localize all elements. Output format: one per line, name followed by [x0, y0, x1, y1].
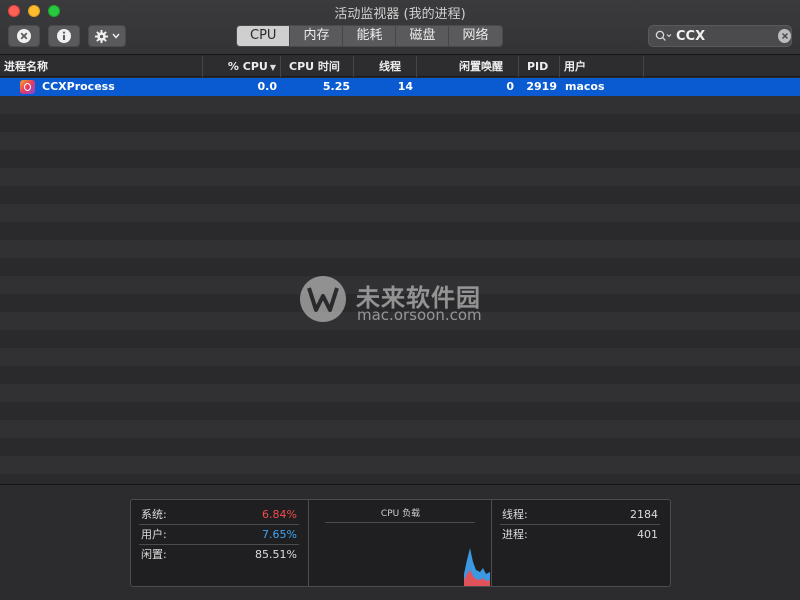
- activity-monitor-window: 活动监视器 (我的进程) CPU 内存 能耗 磁盘 网络 CCX 进程名称 % …: [0, 0, 800, 600]
- sort-descending-icon: ▼: [269, 63, 276, 72]
- stop-process-button[interactable]: [8, 25, 40, 47]
- idle-wakeups-cell: 0: [506, 80, 514, 93]
- column-idle-wakeups[interactable]: 闲置唤醒: [417, 56, 519, 77]
- empty-row-stripe: [0, 132, 800, 150]
- column-label: 用户: [564, 60, 586, 73]
- chevron-down-icon: [112, 33, 120, 39]
- stat-label: 进程:: [502, 528, 528, 541]
- watermark: 未来软件园 mac.orsoon.com: [300, 276, 500, 326]
- column-label: PID: [527, 60, 549, 73]
- column-user[interactable]: 用户: [560, 56, 644, 77]
- inspect-process-button[interactable]: [48, 25, 80, 47]
- title-bar: 活动监视器 (我的进程) CPU 内存 能耗 磁盘 网络: [0, 0, 800, 55]
- tab-energy[interactable]: 能耗: [343, 26, 397, 46]
- process-table-header: 进程名称 % CPU ▼ CPU 时间 线程 闲置唤醒 PID 用户: [0, 56, 800, 77]
- cpu-load-title: CPU 负载: [380, 509, 421, 519]
- column-label: % CPU: [227, 60, 268, 73]
- empty-row-stripe: [0, 366, 800, 384]
- divider: [325, 522, 475, 523]
- stat-label: 线程:: [502, 508, 528, 521]
- stat-value: 2184: [630, 508, 658, 521]
- stat-value: 85.51%: [255, 548, 297, 561]
- search-input[interactable]: [676, 28, 772, 44]
- column-pid[interactable]: PID: [519, 56, 560, 77]
- empty-row-stripe: [0, 474, 800, 482]
- empty-row-stripe: [0, 258, 800, 276]
- cpu-stats-panel: 系统: 6.84% 用户: 7.65% 闲置: 85.51% CPU 负载 线程…: [130, 499, 671, 587]
- column-label: 线程: [379, 60, 401, 73]
- cpu-load-graph-panel: CPU 负载: [309, 500, 492, 586]
- column-label: 闲置唤醒: [459, 60, 503, 73]
- column-cpu-time[interactable]: CPU 时间: [281, 56, 354, 77]
- clear-search-icon[interactable]: [778, 29, 791, 43]
- tab-disk[interactable]: 磁盘: [396, 26, 450, 46]
- empty-row-stripe: [0, 168, 800, 186]
- tab-network[interactable]: 网络: [449, 26, 501, 46]
- process-name-cell: CCXProcess: [42, 80, 115, 93]
- stat-label: 系统:: [141, 508, 167, 521]
- cpu-usage-breakdown: 系统: 6.84% 用户: 7.65% 闲置: 85.51%: [131, 500, 309, 586]
- table-row[interactable]: CCXProcess 0.0 5.25 14 0 2919 macos: [0, 78, 800, 96]
- search-field: [648, 25, 792, 47]
- tab-cpu[interactable]: CPU: [237, 26, 291, 46]
- cpu-percent-cell: 0.0: [257, 80, 278, 93]
- threads-stat: 线程: 2184: [500, 505, 660, 525]
- view-tabs: CPU 内存 能耗 磁盘 网络: [236, 25, 503, 47]
- system-stat: 系统: 6.84%: [139, 505, 299, 525]
- watermark-url: mac.orsoon.com: [357, 306, 482, 324]
- empty-row-stripe: [0, 240, 800, 258]
- empty-row-stripe: [0, 222, 800, 240]
- idle-stat: 闲置: 85.51%: [139, 545, 299, 565]
- search-icon[interactable]: [655, 29, 673, 43]
- window-title: 活动监视器 (我的进程): [334, 7, 466, 22]
- stat-value: 7.65%: [262, 528, 297, 541]
- column-process-name[interactable]: 进程名称: [0, 56, 203, 77]
- cpu-time-cell: 5.25: [322, 80, 350, 93]
- app-icon: [20, 80, 35, 94]
- user-stat: 用户: 7.65%: [139, 525, 299, 545]
- bottom-stats-area: 系统: 6.84% 用户: 7.65% 闲置: 85.51% CPU 负载 线程…: [0, 484, 800, 600]
- processes-stat: 进程: 401: [500, 525, 660, 545]
- action-menu-button[interactable]: [88, 25, 126, 47]
- gear-icon: [94, 29, 109, 44]
- empty-row-stripe: [0, 384, 800, 402]
- empty-row-stripe: [0, 402, 800, 420]
- stop-icon: [16, 28, 32, 44]
- tab-memory[interactable]: 内存: [290, 26, 344, 46]
- user-cell: macos: [565, 80, 605, 93]
- column-threads[interactable]: 线程: [354, 56, 417, 77]
- column-label: 进程名称: [4, 60, 48, 73]
- empty-row-stripe: [0, 114, 800, 132]
- stat-label: 用户:: [141, 528, 167, 541]
- empty-row-stripe: [0, 96, 800, 114]
- empty-row-stripe: [0, 150, 800, 168]
- cpu-load-graph: [464, 548, 490, 586]
- empty-row-stripe: [0, 330, 800, 348]
- empty-row-stripe: [0, 438, 800, 456]
- stat-label: 闲置:: [141, 548, 167, 561]
- stat-value: 6.84%: [262, 508, 297, 521]
- threads-cell: 14: [397, 80, 413, 93]
- process-count-panel: 线程: 2184 进程: 401: [492, 500, 670, 586]
- watermark-logo-icon: [300, 276, 346, 322]
- empty-row-stripe: [0, 204, 800, 222]
- column-label: CPU 时间: [289, 60, 340, 73]
- pid-cell: 2919: [526, 80, 557, 93]
- empty-row-stripe: [0, 186, 800, 204]
- empty-row-stripe: [0, 348, 800, 366]
- empty-row-stripe: [0, 420, 800, 438]
- empty-row-stripe: [0, 456, 800, 474]
- column-cpu-percent[interactable]: % CPU ▼: [203, 56, 281, 77]
- stat-value: 401: [637, 528, 658, 541]
- info-icon: [56, 28, 72, 44]
